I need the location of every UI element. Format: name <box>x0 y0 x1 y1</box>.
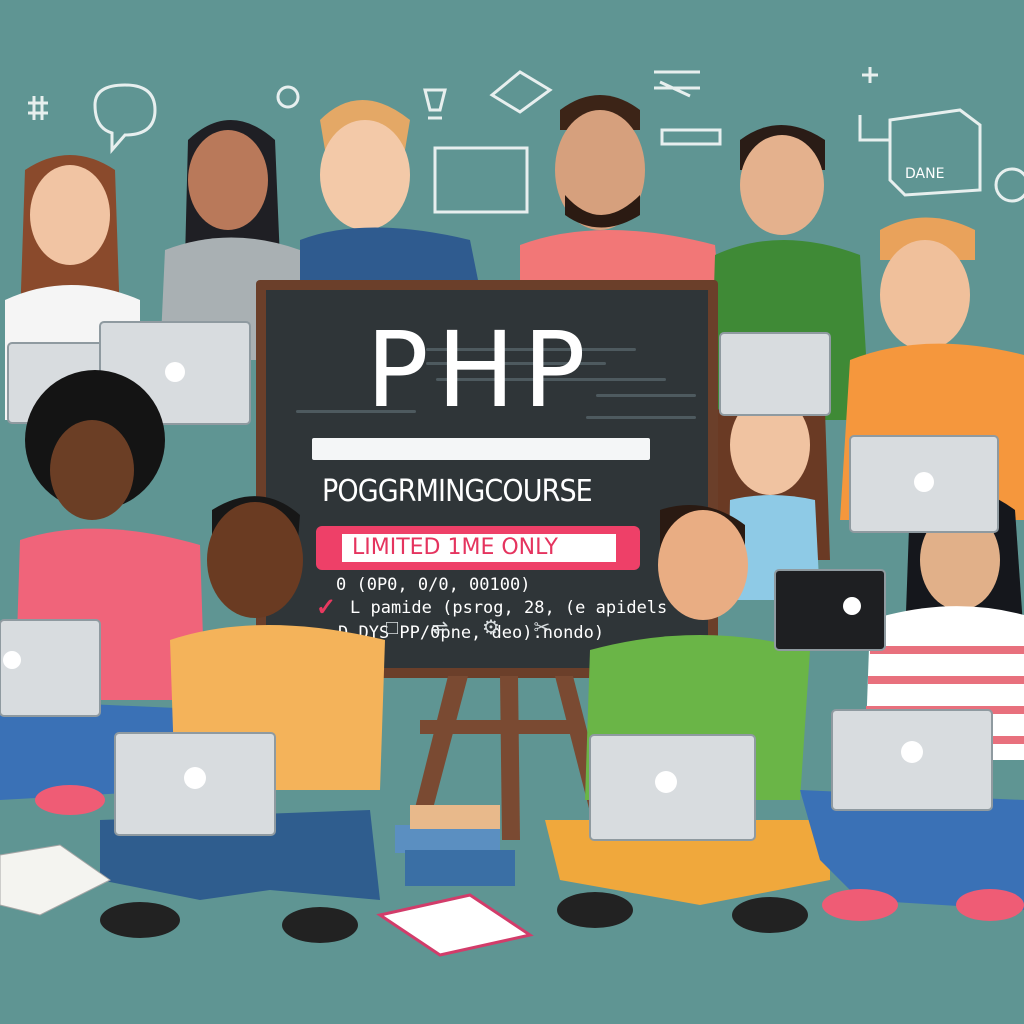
open-book-left <box>0 844 111 916</box>
floor-items <box>0 785 1024 957</box>
illustration: DANE PHP POGGRMINGCOURSE LIMITED 1ME ONL… <box>0 0 1024 1024</box>
notebook-center <box>376 893 534 957</box>
shoes <box>35 785 1024 943</box>
